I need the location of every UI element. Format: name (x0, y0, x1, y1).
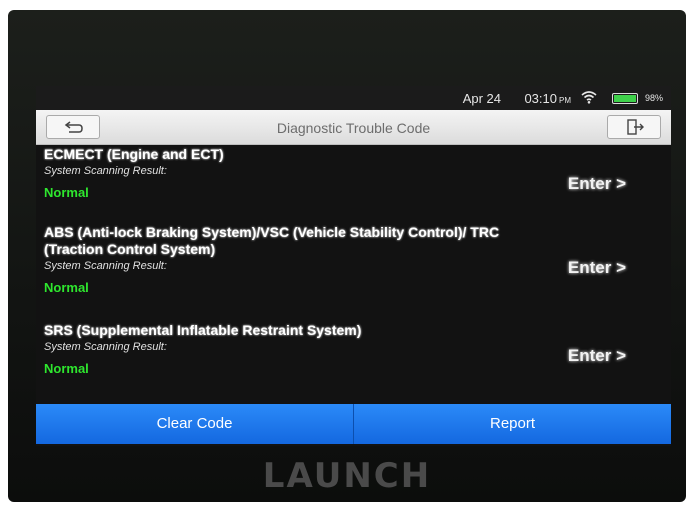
status-time: 03:10 (524, 91, 557, 106)
report-button[interactable]: Report (353, 404, 671, 444)
enter-button[interactable]: Enter > (568, 258, 626, 278)
clear-code-button[interactable]: Clear Code (36, 404, 353, 444)
system-item-srs: SRS (Supplemental Inflatable Restraint S… (36, 322, 671, 392)
system-name: SRS (Supplemental Inflatable Restraint S… (44, 322, 362, 338)
battery-percent: 98% (644, 93, 663, 103)
page-title: Diagnostic Trouble Code (276, 120, 431, 136)
battery-icon (612, 93, 638, 104)
system-item-abs-vsc-trc: ABS (Anti-lock Braking System)/VSC (Vehi… (36, 224, 671, 322)
scan-result-status: Normal (44, 280, 89, 295)
system-name: ABS (Anti-lock Braking System)/VSC (Vehi… (44, 224, 500, 257)
status-date: Apr 24 (462, 91, 501, 106)
system-item-ecmect: ECMECT (Engine and ECT) System Scanning … (36, 146, 671, 224)
wifi-icon (581, 90, 597, 107)
exit-button[interactable] (607, 115, 661, 139)
tool-screen: Apr 24 03:10 PM 98% Diagnostic Trouble C… (36, 86, 671, 446)
action-bar: Clear Code Report (36, 404, 671, 444)
system-list: ECMECT (Engine and ECT) System Scanning … (36, 146, 671, 392)
system-name: ECMECT (Engine and ECT) (44, 146, 224, 162)
enter-button[interactable]: Enter > (568, 346, 626, 366)
status-time-group: 03:10 PM (524, 91, 571, 106)
battery-fill (614, 95, 636, 102)
title-bar: Diagnostic Trouble Code (36, 110, 671, 145)
status-ampm: PM (559, 96, 571, 105)
status-bar: Apr 24 03:10 PM 98% (36, 86, 671, 110)
exit-icon (627, 119, 644, 135)
enter-button[interactable]: Enter > (568, 174, 626, 194)
scan-tool-device: Apr 24 03:10 PM 98% Diagnostic Trouble C… (8, 10, 686, 502)
brand-logo: LAUNCH (262, 456, 432, 496)
